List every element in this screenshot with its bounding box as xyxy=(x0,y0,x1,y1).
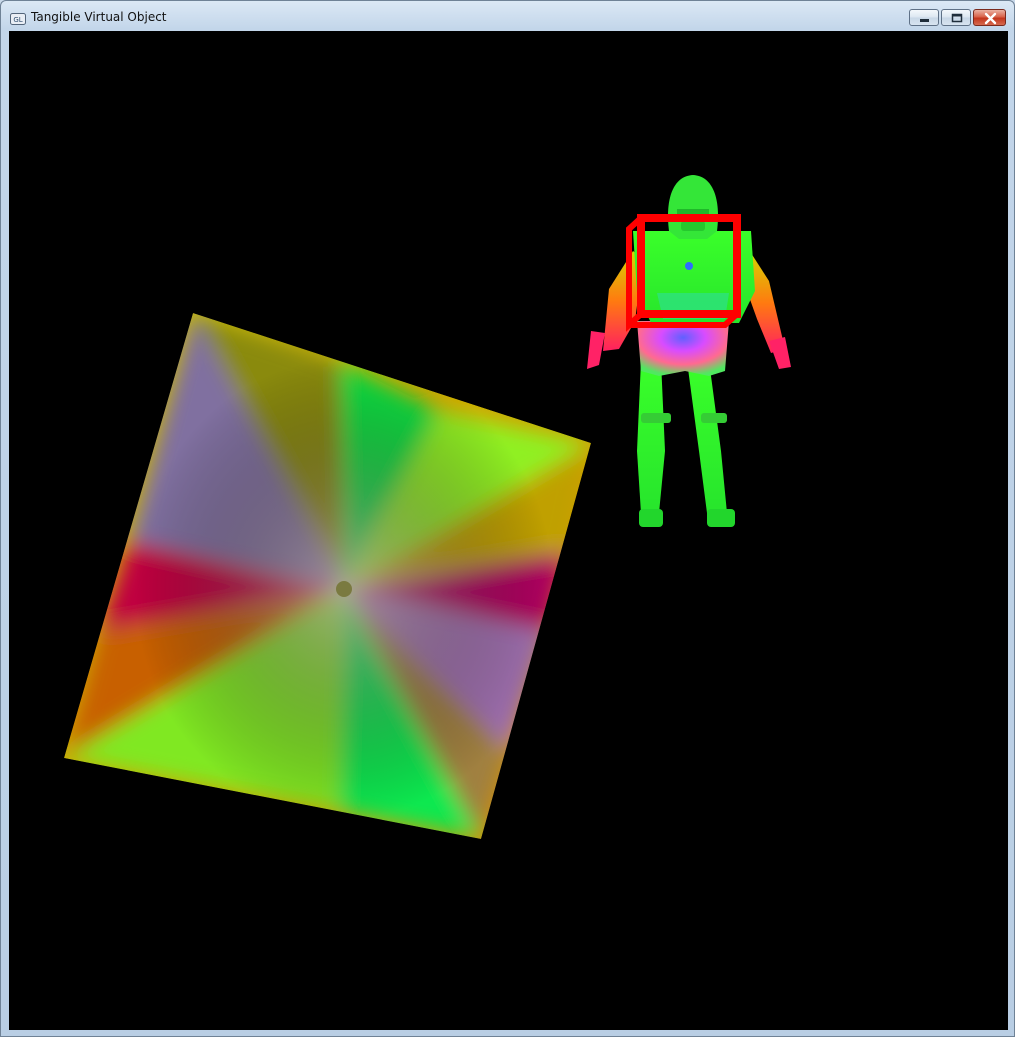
maximize-button[interactable] xyxy=(941,9,971,26)
application-window: GL Tangible Virtual Object xyxy=(0,0,1015,1037)
opengl-window-icon[interactable]: GL xyxy=(10,10,26,25)
close-button[interactable] xyxy=(973,9,1006,26)
textured-plane xyxy=(64,313,591,839)
minimize-button[interactable] xyxy=(909,9,939,26)
gl-viewport[interactable] xyxy=(9,31,1008,1030)
title-bar[interactable]: GL Tangible Virtual Object xyxy=(1,1,1014,31)
window-title: Tangible Virtual Object xyxy=(31,10,167,24)
svg-text:GL: GL xyxy=(13,16,22,24)
trooper-figure xyxy=(587,175,791,527)
